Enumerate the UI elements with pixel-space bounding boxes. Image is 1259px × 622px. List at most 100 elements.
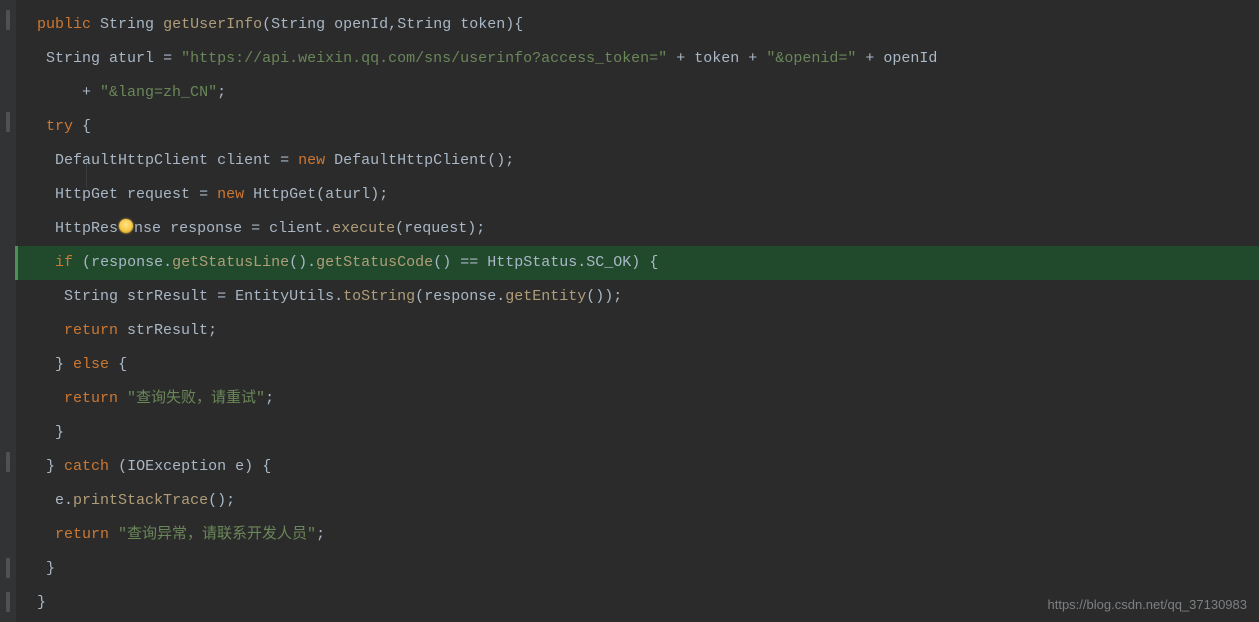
variable: strResult: [127, 288, 208, 305]
variable: token: [694, 50, 739, 67]
op: =: [163, 50, 172, 67]
code-line[interactable]: }: [16, 416, 1259, 450]
punct: {: [82, 118, 91, 135]
punct: }: [55, 424, 64, 441]
punct: {: [118, 356, 127, 373]
punct: ): [631, 254, 640, 271]
type: IOException: [127, 458, 226, 475]
variable: client: [217, 152, 271, 169]
code-line[interactable]: HttpResnse response = client.execute(req…: [16, 212, 1259, 246]
string-literal: "&openid=": [766, 50, 856, 67]
string-literal: "&lang=zh_CN": [100, 84, 217, 101]
code-line[interactable]: + "&lang=zh_CN";: [16, 76, 1259, 110]
fold-marker[interactable]: [6, 112, 10, 132]
fold-marker[interactable]: [6, 558, 10, 578]
lightbulb-icon[interactable]: [119, 219, 133, 233]
code-line[interactable]: HttpGet request = new HttpGet(aturl);: [16, 178, 1259, 212]
type: String: [397, 16, 451, 33]
code-line[interactable]: e.printStackTrace();: [16, 484, 1259, 518]
string-literal: "https://api.weixin.qq.com/sns/userinfo?…: [181, 50, 667, 67]
punct: }: [55, 356, 64, 373]
code-area[interactable]: public String getUserInfo(String openId,…: [16, 0, 1259, 620]
type: String: [46, 50, 100, 67]
type: String: [64, 288, 118, 305]
variable: request: [127, 186, 190, 203]
code-line[interactable]: public String getUserInfo(String openId,…: [16, 8, 1259, 42]
type: nse: [134, 220, 161, 237]
punct: .: [323, 220, 332, 237]
fold-marker[interactable]: [6, 10, 10, 30]
punct: ): [505, 16, 514, 33]
code-line[interactable]: return "查询异常，请联系开发人员";: [16, 518, 1259, 552]
code-editor[interactable]: public String getUserInfo(String openId,…: [0, 0, 1259, 622]
punct: .: [64, 492, 73, 509]
method-call: getStatusLine: [172, 254, 289, 271]
keyword: public: [37, 16, 91, 33]
code-line[interactable]: return "查询失败，请重试";: [16, 382, 1259, 416]
punct: ;: [217, 84, 226, 101]
punct: ): [604, 288, 613, 305]
type: HttpRes: [55, 220, 118, 237]
fold-marker[interactable]: [6, 452, 10, 472]
method-call: toString: [343, 288, 415, 305]
code-line[interactable]: DefaultHttpClient client = new DefaultHt…: [16, 144, 1259, 178]
op: =: [217, 288, 226, 305]
op: =: [199, 186, 208, 203]
code-line[interactable]: try {: [16, 110, 1259, 144]
punct: {: [649, 254, 658, 271]
code-line[interactable]: String strResult = EntityUtils.toString(…: [16, 280, 1259, 314]
punct: {: [514, 16, 523, 33]
string-literal: "查询失败，请重试": [127, 390, 265, 407]
punct: (): [289, 254, 307, 271]
punct: ;: [613, 288, 622, 305]
punct: .: [163, 254, 172, 271]
keyword: return: [64, 390, 118, 407]
param: token: [460, 16, 505, 33]
method-call: getEntity: [505, 288, 586, 305]
keyword: return: [55, 526, 109, 543]
punct: ;: [316, 526, 325, 543]
code-line[interactable]: return strResult;: [16, 314, 1259, 348]
keyword: return: [64, 322, 118, 339]
punct: .: [577, 254, 586, 271]
variable: client: [269, 220, 323, 237]
punct: {: [262, 458, 271, 475]
code-line-highlighted[interactable]: if (response.getStatusLine().getStatusCo…: [16, 246, 1259, 280]
type: HttpGet: [253, 186, 316, 203]
method-call: getStatusCode: [316, 254, 433, 271]
string-literal: "查询异常，请联系开发人员": [118, 526, 316, 543]
fold-marker[interactable]: [6, 592, 10, 612]
keyword: new: [217, 186, 244, 203]
code-line[interactable]: } else {: [16, 348, 1259, 382]
code-line[interactable]: String aturl = "https://api.weixin.qq.co…: [16, 42, 1259, 76]
type: HttpGet: [55, 186, 118, 203]
punct: (): [586, 288, 604, 305]
editor-gutter: [0, 0, 16, 622]
variable: aturl: [325, 186, 370, 203]
punct: .: [496, 288, 505, 305]
punct: ;: [226, 492, 235, 509]
punct: (): [208, 492, 226, 509]
watermark-text: https://blog.csdn.net/qq_37130983: [1048, 597, 1248, 612]
punct: (: [118, 458, 127, 475]
variable: aturl: [109, 50, 154, 67]
punct: (): [487, 152, 505, 169]
param: openId: [334, 16, 388, 33]
punct: ;: [379, 186, 388, 203]
code-line[interactable]: }: [16, 552, 1259, 586]
variable: e: [55, 492, 64, 509]
code-line[interactable]: } catch (IOException e) {: [16, 450, 1259, 484]
type: String: [271, 16, 325, 33]
op: =: [280, 152, 289, 169]
variable: strResult: [127, 322, 208, 339]
variable: response: [91, 254, 163, 271]
keyword: try: [46, 118, 73, 135]
variable: request: [404, 220, 467, 237]
punct: }: [37, 594, 46, 611]
punct: ): [244, 458, 253, 475]
op: =: [251, 220, 260, 237]
punct: ;: [476, 220, 485, 237]
keyword: else: [73, 356, 109, 373]
punct: ;: [208, 322, 217, 339]
punct: }: [46, 560, 55, 577]
